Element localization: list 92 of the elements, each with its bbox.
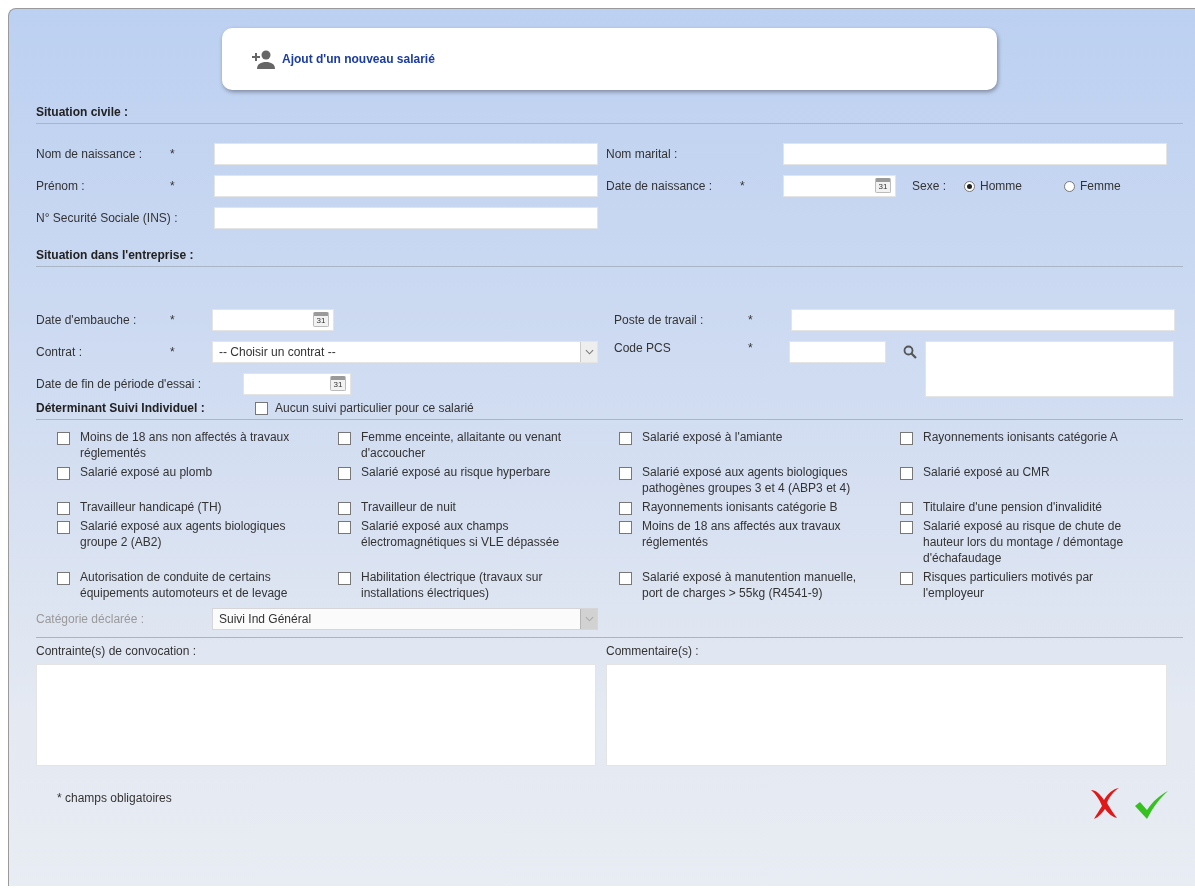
checkbox-label: Titulaire d'une pension d'invalidité <box>923 499 1103 515</box>
checkbox-label: Salarié exposé au plomb <box>80 464 214 480</box>
checkbox-label: Risques particuliers motivés par l'employeur <box>923 569 1095 601</box>
radio-button[interactable] <box>1064 180 1076 192</box>
contract-select[interactable]: -- Choisir un contrat -- <box>212 341 598 363</box>
required-mark: * <box>170 345 175 359</box>
checkbox[interactable] <box>338 521 351 534</box>
radio-label: Femme <box>1080 179 1121 193</box>
calendar-icon[interactable]: 31 <box>330 376 346 391</box>
checkbox-label: Salarié exposé aux agents biologiques groupe 2 (AB2) <box>80 518 287 550</box>
checkbox[interactable] <box>338 432 351 445</box>
checkbox-label: Femme enceinte, allaitante ou venant d'accoucher <box>361 429 563 461</box>
field-label: Date de fin de période d'essai : <box>36 377 202 391</box>
checkbox[interactable] <box>900 502 913 515</box>
field-label: Sexe : <box>912 179 947 193</box>
checkbox-label: Salarié exposé au CMR <box>923 464 1051 480</box>
cancel-icon[interactable] <box>1089 786 1121 820</box>
checkbox-label: Autorisation de conduite de certains équipements automoteurs et de levage <box>80 569 289 601</box>
first-name-field[interactable] <box>214 175 598 197</box>
checkbox[interactable] <box>57 572 70 585</box>
date-field[interactable]: 31 <box>783 175 896 197</box>
field-label: Nom de naissance : <box>36 147 144 161</box>
checkbox[interactable] <box>255 401 268 415</box>
checkbox-label: Salarié exposé aux agents biologiques pathogènes groupes 3 et 4 (ABP3 et 4) <box>642 464 852 496</box>
form-title: Ajout d'un nouveau salarié <box>282 52 435 66</box>
calendar-icon[interactable]: 31 <box>313 312 329 327</box>
required-mark: * <box>170 313 175 327</box>
calendar-icon[interactable]: 31 <box>875 178 891 193</box>
checkbox[interactable] <box>57 502 70 515</box>
checkbox-label: Salarié exposé à l'amiante <box>642 429 784 445</box>
checkbox-label: Salarié exposé au risque de chute de hauteur lors du montage / démontage d'échafaudage <box>923 518 1125 566</box>
checkbox-label: Moins de 18 ans non affectés à travaux réglementés <box>80 429 291 461</box>
checkbox[interactable] <box>619 521 632 534</box>
date-field[interactable]: 31 <box>243 373 351 395</box>
checkbox[interactable] <box>57 432 70 445</box>
checkbox[interactable] <box>900 521 913 534</box>
checkbox[interactable] <box>338 467 351 480</box>
birth-name-field[interactable] <box>214 143 598 165</box>
social-security-field[interactable] <box>214 207 598 229</box>
section-title: Déterminant Suivi Individuel : <box>36 401 206 415</box>
marital-name-field[interactable] <box>783 143 1167 165</box>
checkbox[interactable] <box>338 502 351 515</box>
checkbox[interactable] <box>619 432 632 445</box>
checkbox-label: Habilitation électrique (travaux sur installations électriques) <box>361 569 544 601</box>
field-label: Poste de travail : <box>614 313 705 327</box>
required-mark: * <box>170 147 175 161</box>
section-title: Situation dans l'entreprise : <box>36 248 195 262</box>
checkbox[interactable] <box>900 432 913 445</box>
checkbox-label: Rayonnements ionisants catégorie B <box>642 499 839 515</box>
date-field[interactable]: 31 <box>212 309 334 331</box>
checkbox-label: Travailleur handicapé (TH) <box>80 499 223 515</box>
job-field[interactable] <box>791 309 1175 331</box>
chevron-down-icon <box>580 609 597 629</box>
checkbox-label: Salarié exposé au risque hyperbare <box>361 464 552 480</box>
radio-label: Homme <box>980 179 1023 193</box>
checkbox-label: Aucun suivi particulier pour ce salarié <box>275 401 474 415</box>
checkbox-label: Salarié exposé à manutention manuelle, port de charges > 55kg (R4541-9) <box>642 569 858 601</box>
field-label: Date de naissance : <box>606 179 714 193</box>
checkbox[interactable] <box>57 467 70 480</box>
required-mark: * <box>170 179 175 193</box>
field-label: Contrainte(s) de convocation : <box>36 644 198 658</box>
field-label: Nom marital : <box>606 147 679 161</box>
checkbox[interactable] <box>57 521 70 534</box>
pcs-code-field[interactable] <box>789 341 886 363</box>
checkbox[interactable] <box>619 502 632 515</box>
checkbox-label: Travailleur de nuit <box>361 499 457 515</box>
constraints-field[interactable] <box>36 664 596 766</box>
checkbox[interactable] <box>619 572 632 585</box>
add-person-icon <box>250 49 276 69</box>
search-icon[interactable] <box>903 345 917 359</box>
checkbox-label: Rayonnements ionisants catégorie A <box>923 429 1119 445</box>
checkbox[interactable] <box>619 467 632 480</box>
checkbox[interactable] <box>900 572 913 585</box>
field-label: Code PCS <box>614 341 672 355</box>
checkbox[interactable] <box>338 572 351 585</box>
radio-button[interactable] <box>964 180 976 192</box>
chevron-down-icon <box>580 342 597 362</box>
comments-field[interactable] <box>606 664 1167 766</box>
field-label: Date d'embauche : <box>36 313 138 327</box>
field-label: Prénom : <box>36 179 86 193</box>
field-label: Contrat : <box>36 345 84 359</box>
field-label: N° Securité Sociale (INS) : <box>36 211 178 225</box>
section-title: Situation civile : <box>36 105 129 119</box>
required-mark: * <box>748 313 753 327</box>
field-label: Catégorie déclarée : <box>36 612 146 626</box>
checkbox-label: Salarié exposé aux champs électromagnétiques si VLE dépassée <box>361 518 561 550</box>
checkbox[interactable] <box>900 467 913 480</box>
required-mark: * <box>748 341 753 355</box>
footnote: * champs obligatoires <box>57 791 172 807</box>
checkbox-label: Moins de 18 ans affectés aux travaux réglementés <box>642 518 842 550</box>
required-mark: * <box>740 179 745 193</box>
field-label: Commentaire(s) : <box>606 644 700 658</box>
